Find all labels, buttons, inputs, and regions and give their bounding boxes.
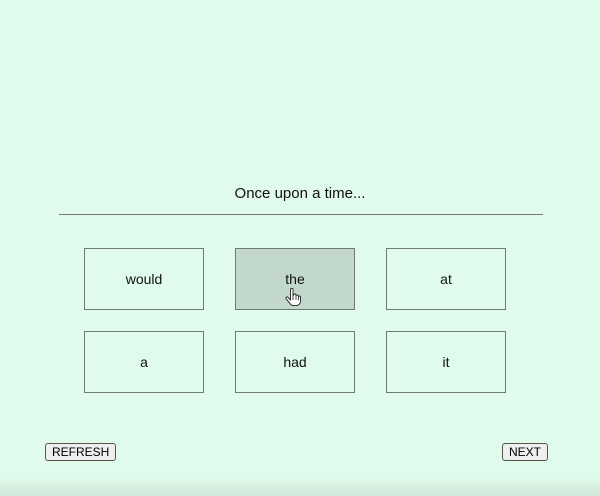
word-choice-at[interactable]: at (386, 248, 506, 310)
word-choice-it[interactable]: it (386, 331, 506, 393)
prompt-divider (59, 214, 543, 215)
bottom-shadow (0, 478, 600, 496)
word-choice-label: it (442, 354, 450, 370)
story-prompt: Once upon a time... (234, 185, 366, 202)
hand-pointer-icon (285, 288, 301, 306)
word-choice-label: would (125, 271, 163, 287)
word-choice-label: a (140, 354, 148, 370)
word-choice-label: had (283, 354, 307, 370)
refresh-button[interactable]: REFRESH (45, 443, 117, 461)
word-choice-grid: would the at a had it (84, 248, 510, 396)
word-choice-label: at (440, 271, 452, 287)
word-choice-had[interactable]: had (235, 331, 355, 393)
next-button[interactable]: NEXT (502, 443, 549, 461)
word-choice-label: the (285, 271, 305, 287)
word-choice-a[interactable]: a (84, 331, 204, 393)
word-choice-would[interactable]: would (84, 248, 204, 310)
